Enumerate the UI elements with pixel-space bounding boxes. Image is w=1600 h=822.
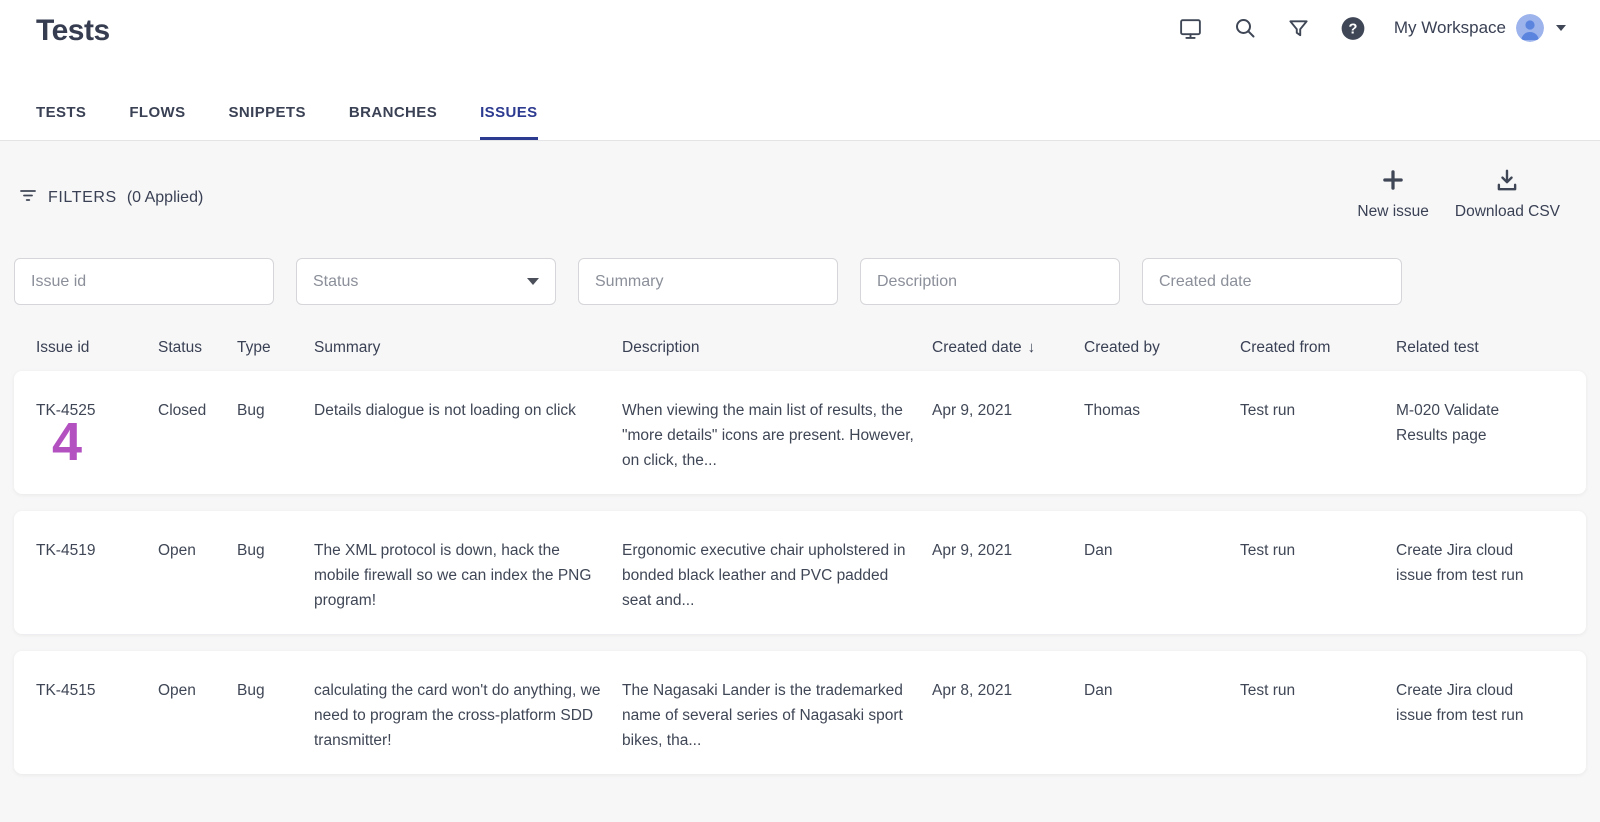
tab-bar: TESTS FLOWS SNIPPETS BRANCHES ISSUES <box>36 104 538 140</box>
column-header-description[interactable]: Description <box>622 339 932 357</box>
cell-summary: Details dialogue is not loading on click <box>314 398 622 423</box>
filter-funnel-icon[interactable] <box>1286 15 1312 41</box>
table-header: Issue id Status Type Summary Description… <box>14 327 1586 371</box>
column-header-related-test[interactable]: Related test <box>1396 339 1564 357</box>
cell-status: Open <box>158 678 237 703</box>
table-row[interactable]: TK-4515 Open Bug calculating the card wo… <box>14 651 1586 774</box>
new-issue-button[interactable]: New issue <box>1357 167 1429 221</box>
select-caret-icon <box>527 278 539 285</box>
cell-type: Bug <box>237 398 314 423</box>
cell-status: Open <box>158 538 237 563</box>
cell-issue-id: TK-4519 <box>36 538 158 563</box>
cell-issue-id: TK-4515 <box>36 678 158 703</box>
column-header-created-by[interactable]: Created by <box>1084 339 1240 357</box>
table-row[interactable]: TK-4525 Closed Bug Details dialogue is n… <box>14 371 1586 494</box>
status-filter-select[interactable]: Status <box>296 258 556 305</box>
tab-flows[interactable]: FLOWS <box>129 104 185 140</box>
filters-applied-count: (0 Applied) <box>127 189 204 207</box>
cell-created-date: Apr 8, 2021 <box>932 678 1084 703</box>
column-header-type[interactable]: Type <box>237 339 314 357</box>
cell-type: Bug <box>237 538 314 563</box>
toolbar-buttons: New issue Download CSV <box>1357 167 1560 221</box>
column-header-created-date[interactable]: Created date ↓ <box>932 339 1084 357</box>
created-date-filter-input[interactable] <box>1142 258 1402 305</box>
issue-id-filter-input[interactable] <box>14 258 274 305</box>
help-icon[interactable]: ? <box>1340 15 1366 41</box>
cell-created-by: Thomas <box>1084 398 1240 423</box>
cell-summary: The XML protocol is down, hack the mobil… <box>314 538 622 613</box>
workspace-menu[interactable]: My Workspace <box>1394 14 1566 42</box>
svg-text:?: ? <box>1348 21 1357 37</box>
header-actions: ? My Workspace <box>1178 14 1566 42</box>
filters-label: FILTERS <box>48 189 117 207</box>
cell-summary: calculating the card won't do anything, … <box>314 678 622 753</box>
table-row[interactable]: TK-4519 Open Bug The XML protocol is dow… <box>14 511 1586 634</box>
new-issue-label: New issue <box>1357 203 1429 221</box>
cell-description: Ergonomic executive chair upholstered in… <box>622 538 932 613</box>
cell-created-from: Test run <box>1240 538 1396 563</box>
plus-icon <box>1380 167 1406 198</box>
issues-page: FILTERS (0 Applied) New issue <box>0 141 1600 774</box>
cell-type: Bug <box>237 678 314 703</box>
tab-snippets[interactable]: SNIPPETS <box>229 104 306 140</box>
download-csv-label: Download CSV <box>1455 203 1560 221</box>
filter-lines-icon <box>18 185 38 210</box>
column-header-created-from[interactable]: Created from <box>1240 339 1396 357</box>
cell-related-test: Create Jira cloud issue from test run <box>1396 538 1564 588</box>
chevron-down-icon <box>1556 25 1566 31</box>
app-header: Tests ? My Workspa <box>0 0 1600 141</box>
tab-issues[interactable]: ISSUES <box>480 104 537 140</box>
column-header-status[interactable]: Status <box>158 339 237 357</box>
cell-created-by: Dan <box>1084 678 1240 703</box>
filters-toggle[interactable]: FILTERS (0 Applied) <box>18 185 203 210</box>
created-date-header-label: Created date <box>932 339 1022 356</box>
tab-tests[interactable]: TESTS <box>36 104 86 140</box>
cell-description: When viewing the main list of results, t… <box>622 398 932 473</box>
description-filter-input[interactable] <box>860 258 1120 305</box>
page-title: Tests <box>36 14 110 48</box>
download-csv-button[interactable]: Download CSV <box>1455 167 1560 221</box>
avatar <box>1516 14 1544 42</box>
sort-descending-icon: ↓ <box>1028 339 1036 356</box>
cell-created-by: Dan <box>1084 538 1240 563</box>
workspace-label: My Workspace <box>1394 18 1506 38</box>
column-header-issue-id[interactable]: Issue id <box>36 339 158 357</box>
filter-inputs-row: Status <box>14 258 1586 305</box>
summary-filter-input[interactable] <box>578 258 838 305</box>
search-icon[interactable] <box>1232 15 1258 41</box>
cell-status: Closed <box>158 398 237 423</box>
cell-created-from: Test run <box>1240 398 1396 423</box>
toolbar: FILTERS (0 Applied) New issue <box>14 141 1586 237</box>
cell-created-from: Test run <box>1240 678 1396 703</box>
cell-related-test: M-020 Validate Results page <box>1396 398 1564 448</box>
step-number-annotation: 4 <box>52 415 82 469</box>
cell-created-date: Apr 9, 2021 <box>932 398 1084 423</box>
cell-related-test: Create Jira cloud issue from test run <box>1396 678 1564 728</box>
status-select-placeholder: Status <box>313 273 358 291</box>
monitor-icon[interactable] <box>1178 15 1204 41</box>
tab-branches[interactable]: BRANCHES <box>349 104 437 140</box>
column-header-summary[interactable]: Summary <box>314 339 622 357</box>
cell-created-date: Apr 9, 2021 <box>932 538 1084 563</box>
cell-description: The Nagasaki Lander is the trademarked n… <box>622 678 932 753</box>
download-icon <box>1494 167 1520 198</box>
